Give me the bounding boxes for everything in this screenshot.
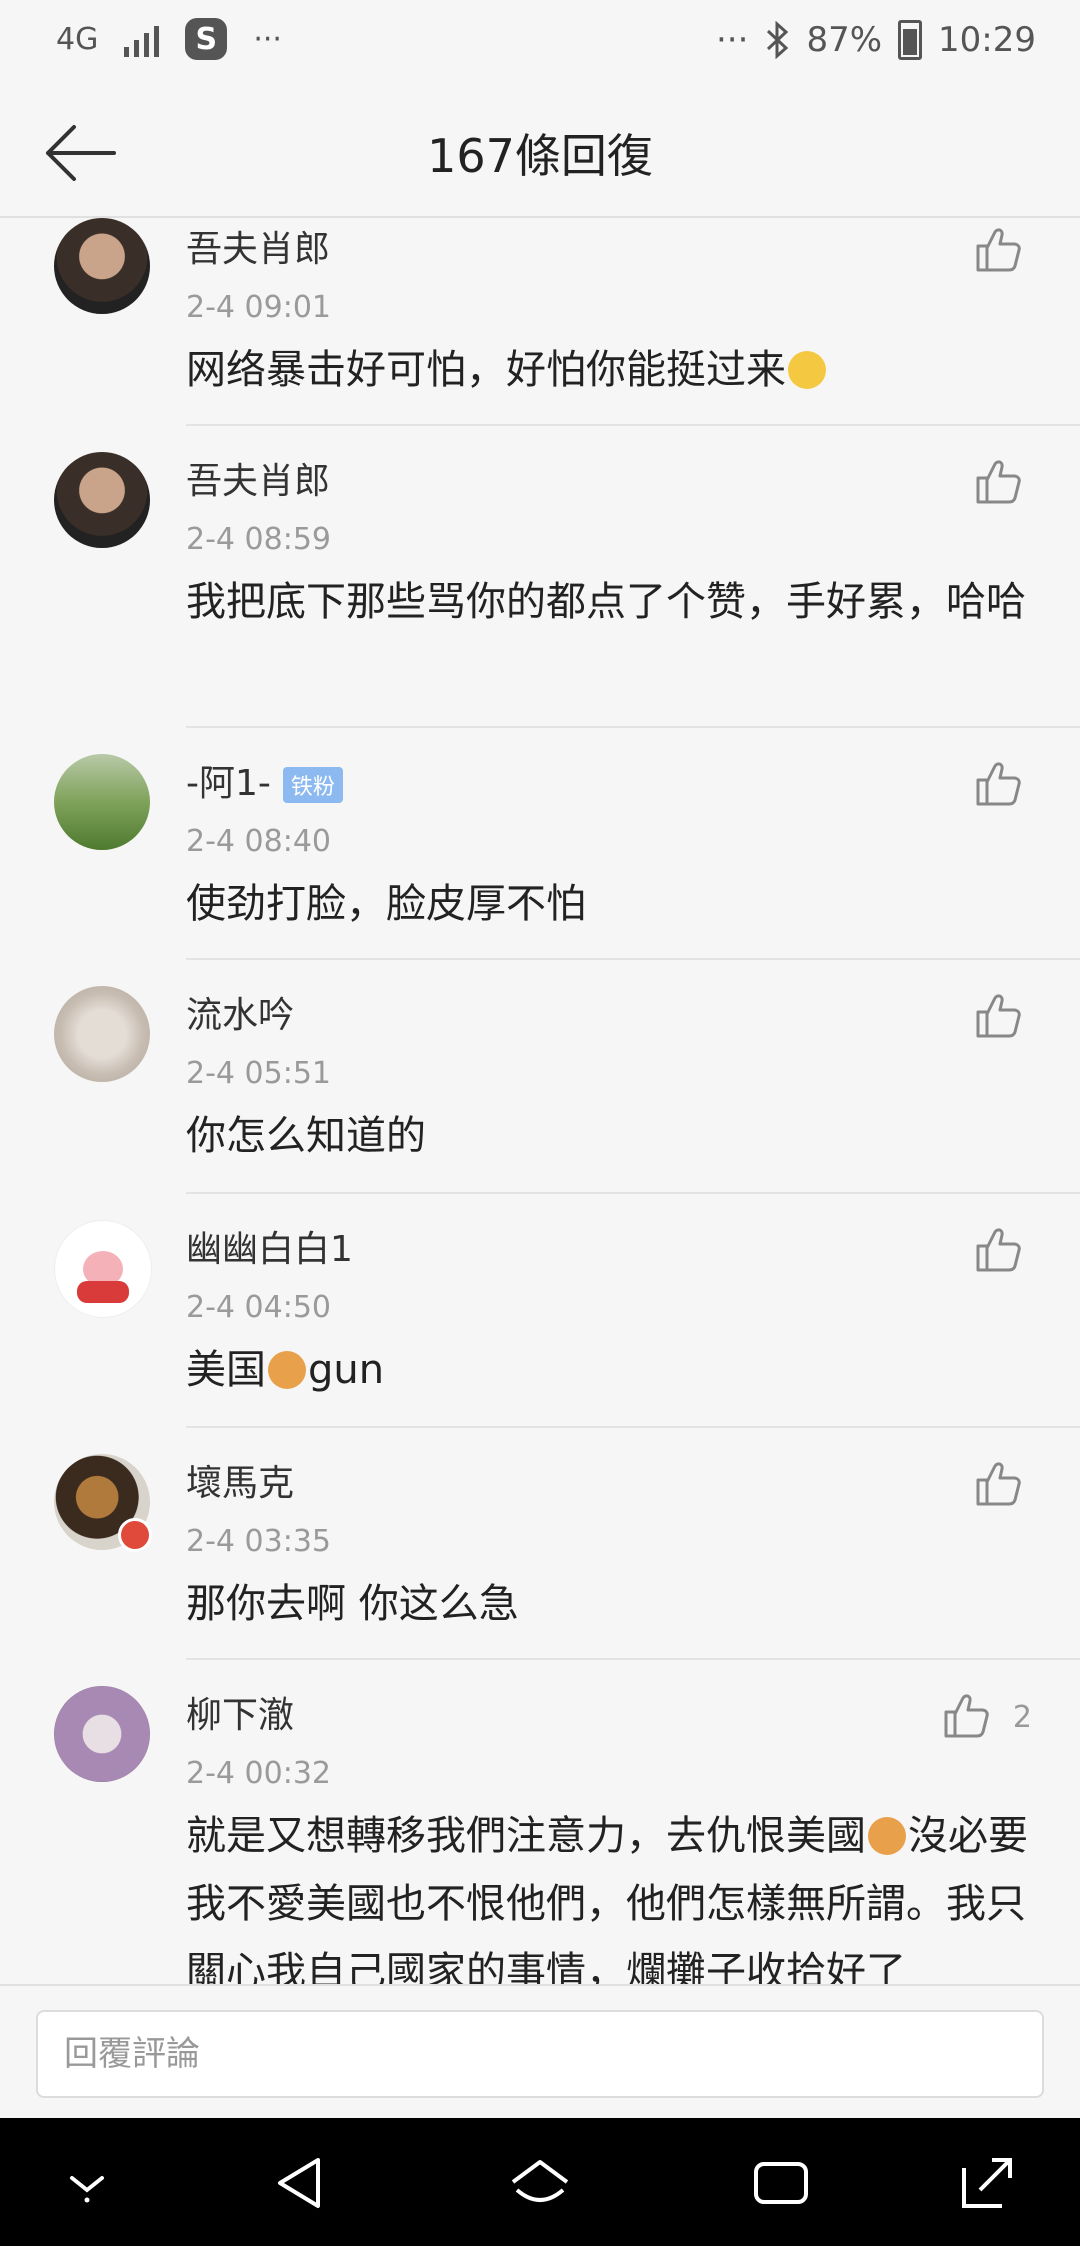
comment-text: 美国 gun — [186, 1336, 1030, 1404]
avatar[interactable] — [54, 986, 150, 1082]
network-type: 4G — [56, 21, 99, 57]
recents-icon[interactable] — [746, 2148, 816, 2218]
thumbs-up-icon[interactable] — [942, 1690, 992, 1740]
thumbs-up-icon[interactable] — [974, 758, 1024, 808]
avatar-red-shape — [77, 1281, 129, 1303]
expand-icon[interactable] — [952, 2148, 1022, 2218]
comment-time: 2-4 08:59 — [186, 522, 331, 557]
comment-item[interactable]: 幽幽白白1 2-4 04:50 美国 gun — [0, 1194, 1080, 1428]
thumbs-up-icon[interactable] — [974, 1458, 1024, 1508]
avatar[interactable] — [54, 452, 150, 548]
thumbs-up-icon[interactable] — [974, 224, 1024, 274]
bluetooth-icon — [767, 21, 789, 59]
fan-badge: 铁粉 — [282, 767, 343, 803]
page-title: 167條回復 — [427, 129, 653, 183]
comment-text: 就是又想轉移我們注意力，去仇恨美國 沒必要我不愛美國也不恨他們，他們怎樣無所謂。我… — [186, 1802, 1030, 1984]
user-name[interactable]: 流水吟 — [186, 986, 294, 1038]
doge-emoji-icon — [868, 1817, 906, 1855]
comment-item[interactable]: 壞馬克 2-4 03:35 那你去啊 你这么急 — [0, 1428, 1080, 1660]
avatar[interactable] — [54, 1686, 150, 1782]
user-name[interactable]: 吾夫肖郎 — [186, 220, 330, 272]
status-left: 4G S ··· — [56, 18, 282, 60]
comment-list[interactable]: 吾夫肖郎 2-4 09:01 网络暴击好可怕，好怕你能挺过来 吾夫肖郎 2-4 … — [0, 218, 1080, 1984]
comment-text: 那你去啊 你这么急 — [186, 1581, 519, 1627]
more-dots-icon: ··· — [253, 21, 282, 57]
status-right: ··· 87% 10:29 — [716, 20, 1036, 60]
comment-text: 你怎么知道的 — [186, 1113, 426, 1159]
user-name[interactable]: 吾夫肖郎 — [186, 452, 330, 504]
comment-item[interactable]: -阿1- 铁粉 2-4 08:40 使劲打脸，脸皮厚不怕 — [0, 728, 1080, 960]
comment-text-content: 网络暴击好可怕，好怕你能挺过来 — [186, 347, 786, 393]
comment-text-part: 就是又想轉移我們注意力，去仇恨美國 — [186, 1813, 866, 1859]
header: 167條回復 — [0, 88, 1080, 218]
comment-time: 2-4 08:40 — [186, 824, 331, 859]
comment-time: 2-4 05:51 — [186, 1056, 331, 1091]
comment-item[interactable]: 柳下澈 2-4 00:32 就是又想轉移我們注意力，去仇恨美國 沒必要我不愛美國也… — [0, 1660, 1080, 1984]
reply-bar: 回覆評論 — [0, 1984, 1080, 2120]
battery-percent: 87% — [806, 20, 883, 60]
clock: 10:29 — [938, 20, 1036, 60]
avatar[interactable] — [54, 218, 150, 314]
user-name[interactable]: 幽幽白白1 — [186, 1220, 353, 1272]
comment-time: 2-4 04:50 — [186, 1290, 331, 1325]
user-name[interactable]: -阿1- 铁粉 — [186, 754, 343, 806]
verified-badge-icon — [118, 1518, 152, 1552]
chevron-down-icon[interactable] — [52, 2148, 122, 2218]
user-name[interactable]: 柳下澈 — [186, 1686, 294, 1738]
system-nav-bar — [0, 2118, 1080, 2246]
reply-input[interactable]: 回覆評論 — [36, 2010, 1044, 2098]
comment-text: 我把底下那些骂你的都点了个赞，手好累，哈哈 — [186, 579, 1026, 625]
thumbs-up-icon[interactable] — [974, 1224, 1024, 1274]
status-bar: 4G S ··· ··· 87% 10:29 — [0, 0, 1080, 88]
battery-icon — [898, 20, 923, 60]
avatar[interactable] — [54, 754, 150, 850]
eye-roll-emoji-icon — [788, 351, 826, 389]
thumbs-up-icon[interactable] — [974, 990, 1024, 1040]
like-count: 2 — [1012, 1700, 1032, 1735]
doge-emoji-icon — [268, 1351, 306, 1389]
comment-time: 2-4 03:35 — [186, 1524, 331, 1559]
thumbs-up-icon[interactable] — [974, 456, 1024, 506]
comment-text: 网络暴击好可怕，好怕你能挺过来 — [186, 336, 1030, 404]
home-icon[interactable] — [505, 2148, 575, 2218]
s-app-icon: S — [185, 18, 228, 60]
comment-text: 使劲打脸，脸皮厚不怕 — [186, 881, 586, 927]
avatar[interactable] — [54, 1454, 152, 1552]
comment-item[interactable]: 吾夫肖郎 2-4 08:59 我把底下那些骂你的都点了个赞，手好累，哈哈 — [0, 426, 1080, 728]
back-icon[interactable] — [266, 2148, 336, 2218]
comment-item[interactable]: 吾夫肖郎 2-4 09:01 网络暴击好可怕，好怕你能挺过来 — [0, 218, 1080, 426]
more-dots-icon: ··· — [716, 20, 749, 60]
user-name[interactable]: 壞馬克 — [186, 1454, 294, 1506]
signal-icon — [124, 21, 160, 57]
avatar[interactable] — [54, 1220, 152, 1318]
comment-text-part: gun — [308, 1347, 385, 1393]
comment-time: 2-4 00:32 — [186, 1756, 331, 1791]
comment-item[interactable]: 流水吟 2-4 05:51 你怎么知道的 — [0, 960, 1080, 1194]
comment-text-part: 美国 — [186, 1347, 266, 1393]
user-name-text[interactable]: -阿1- — [186, 763, 271, 804]
comment-time: 2-4 09:01 — [186, 290, 331, 325]
